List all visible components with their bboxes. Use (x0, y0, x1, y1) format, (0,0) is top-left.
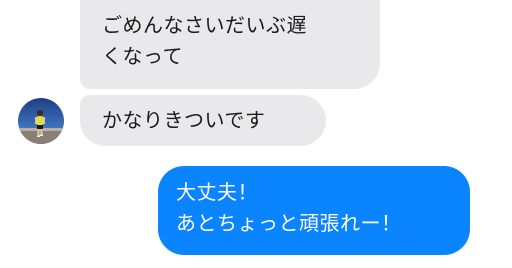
avatar[interactable] (18, 98, 64, 144)
message-text-line: くなって (102, 44, 183, 68)
message-text-line: ごめんなさいだいぶ遅 (102, 13, 307, 37)
incoming-message-bubble[interactable]: ごめんなさいだいぶ遅 くなって (80, 0, 380, 89)
runner-photo-avatar-icon (18, 98, 64, 144)
message-text-line: かなりきついです (102, 108, 266, 132)
incoming-message-bubble[interactable]: かなりきついです (80, 95, 326, 146)
message-text-line: あとちょっと頑張れー！ (176, 211, 402, 235)
message-text-line: 大丈夫！ (176, 180, 258, 204)
outgoing-message-bubble[interactable]: 大丈夫！ あとちょっと頑張れー！ (158, 166, 470, 255)
